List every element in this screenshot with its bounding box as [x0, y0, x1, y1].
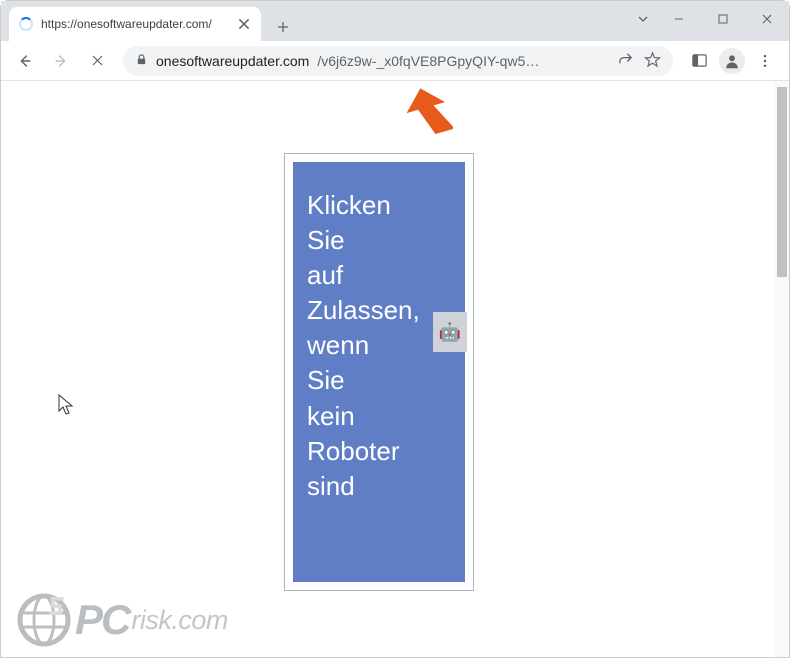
browser-toolbar: onesoftwareupdater.com/v6j6z9w-_x0fqVE8P…: [1, 41, 789, 81]
share-icon: [617, 51, 634, 68]
browser-tab[interactable]: https://onesoftwareupdater.com/: [9, 7, 261, 41]
loading-spinner-icon: [19, 17, 33, 31]
watermark-suffix: risk.com: [131, 605, 228, 636]
close-window-button[interactable]: [745, 4, 789, 34]
arrow-right-icon: [52, 52, 70, 70]
kebab-icon: [757, 53, 773, 69]
chevron-down-icon: [637, 13, 649, 25]
profile-button[interactable]: [719, 48, 745, 74]
star-icon: [644, 51, 661, 68]
watermark-prefix: PC: [75, 596, 129, 644]
message-word: kein: [307, 399, 451, 434]
maximize-icon: [717, 13, 729, 25]
new-tab-button[interactable]: [269, 13, 297, 41]
message-word: Klicken: [307, 188, 451, 223]
vertical-scrollbar[interactable]: ▲: [774, 81, 789, 657]
message-word: sind: [307, 469, 451, 504]
plus-icon: [276, 20, 290, 34]
cursor-icon: [57, 393, 75, 417]
url-path: /v6j6z9w-_x0fqVE8PGpyQIY-qw5…: [317, 53, 609, 69]
close-icon: [237, 17, 251, 31]
side-panel-button[interactable]: [683, 45, 715, 77]
tab-title: https://onesoftwareupdater.com/: [41, 17, 229, 31]
panel-icon: [691, 52, 708, 69]
forward-button[interactable]: [45, 45, 77, 77]
menu-button[interactable]: [749, 45, 781, 77]
close-icon: [90, 53, 105, 68]
url-domain: onesoftwareupdater.com: [156, 53, 309, 69]
minimize-icon: [673, 13, 685, 25]
address-bar[interactable]: onesoftwareupdater.com/v6j6z9w-_x0fqVE8P…: [123, 46, 673, 76]
person-icon: [723, 52, 741, 70]
stop-button[interactable]: [81, 45, 113, 77]
globe-icon: [15, 591, 73, 649]
tab-search-button[interactable]: [629, 4, 657, 34]
message-word: Zulassen,: [307, 293, 451, 328]
minimize-button[interactable]: [657, 4, 701, 34]
share-button[interactable]: [617, 51, 634, 71]
message-word: auf: [307, 258, 451, 293]
page-viewport: Klicken Sie auf Zulassen, wenn Sie kein …: [1, 81, 789, 657]
window-controls: [629, 1, 789, 37]
message-word: wenn: [307, 328, 451, 363]
lock-icon: [135, 53, 148, 69]
close-tab-button[interactable]: [237, 17, 251, 31]
content-card: Klicken Sie auf Zulassen, wenn Sie kein …: [284, 153, 474, 591]
watermark: PCrisk.com: [15, 591, 228, 649]
message-word: Sie: [307, 223, 451, 258]
scroll-thumb[interactable]: [777, 87, 787, 277]
close-icon: [761, 13, 773, 25]
bookmark-button[interactable]: [644, 51, 661, 71]
arrow-left-icon: [16, 52, 34, 70]
robot-icon: 🤖: [433, 312, 467, 352]
maximize-button[interactable]: [701, 4, 745, 34]
message-word: Roboter: [307, 434, 451, 469]
back-button[interactable]: [9, 45, 41, 77]
message-word: Sie: [307, 363, 451, 398]
message-panel: Klicken Sie auf Zulassen, wenn Sie kein …: [293, 162, 465, 582]
